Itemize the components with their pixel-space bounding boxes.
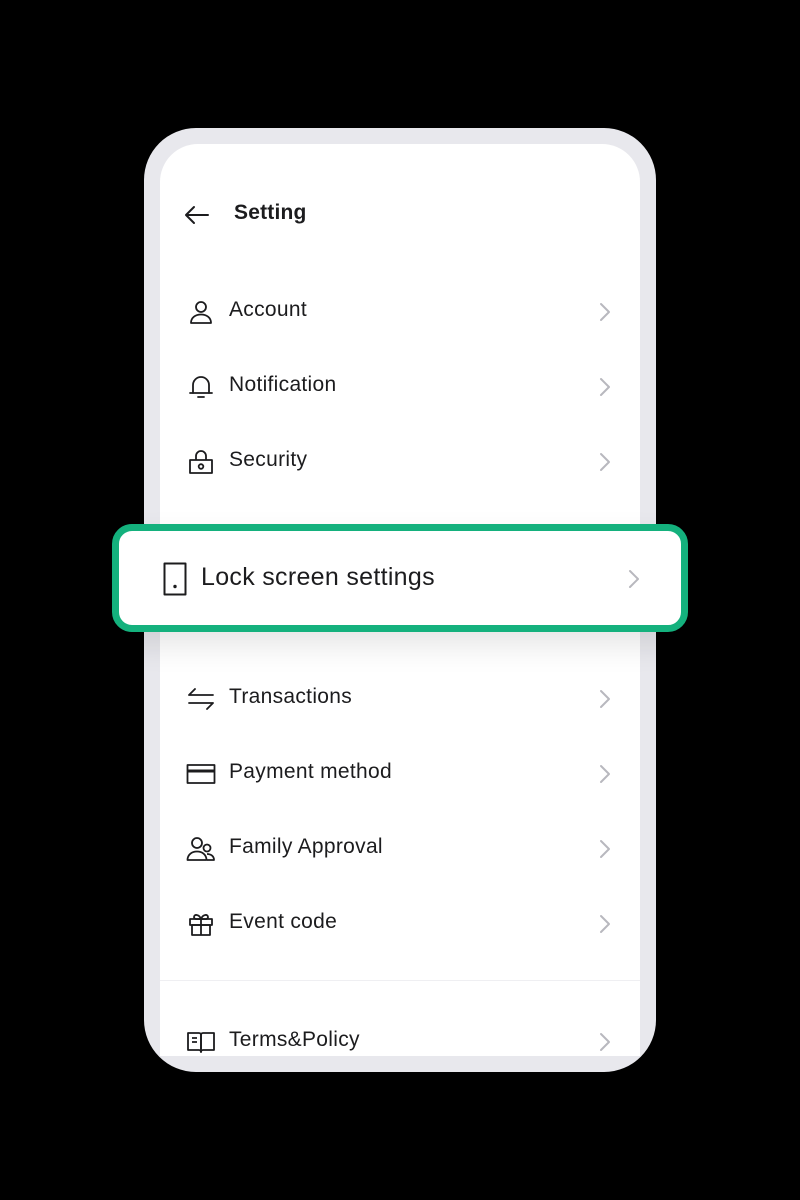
settings-item-lock-screen-highlighted[interactable]: Lock screen settings [112,524,688,632]
header: Setting [160,144,640,284]
chevron-right-icon [598,838,612,860]
chevron-right-icon [598,451,612,473]
arrow-left-icon [184,205,210,225]
settings-item-label: Terms&Policy [229,1028,360,1051]
settings-item-security[interactable]: Security [160,430,640,490]
settings-item-event-code[interactable]: Event code [160,892,640,952]
settings-item-account[interactable]: Account [160,280,640,340]
lock-icon [186,447,216,477]
chevron-right-icon [598,1031,612,1053]
chevron-right-icon [598,763,612,785]
phone-icon [157,559,193,599]
settings-item-label: Transactions [229,685,353,708]
bell-icon [186,372,216,402]
chevron-right-icon [598,301,612,323]
card-icon [186,759,216,789]
settings-item-label: Event code [229,910,338,933]
page-title: Setting [234,201,307,224]
settings-item-notification[interactable]: Notification [160,355,640,415]
gift-icon [186,909,216,939]
transfer-icon [186,684,216,714]
back-button[interactable] [182,200,212,230]
chevron-right-icon [598,688,612,710]
settings-item-label: Payment method [229,760,392,783]
chevron-right-icon [627,568,641,590]
chevron-right-icon [598,376,612,398]
section-divider [160,980,640,981]
settings-item-payment-method[interactable]: Payment method [160,742,640,802]
settings-item-family-approval[interactable]: Family Approval [160,817,640,877]
book-icon [186,1027,216,1056]
settings-item-label: Account [229,298,307,321]
user-icon [186,297,216,327]
settings-item-transactions[interactable]: Transactions [160,667,640,727]
chevron-right-icon [598,913,612,935]
settings-item-label: Notification [229,373,337,396]
settings-item-terms-policy[interactable]: Terms&Policy [160,1010,640,1056]
lock-screen-settings-label: Lock screen settings [201,563,435,591]
users-icon [186,834,216,864]
settings-item-label: Family Approval [229,835,383,858]
settings-item-label: Security [229,448,308,471]
